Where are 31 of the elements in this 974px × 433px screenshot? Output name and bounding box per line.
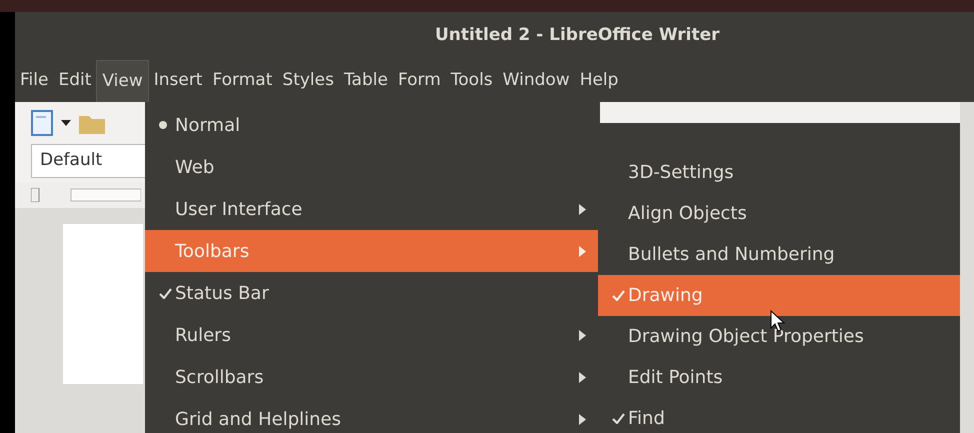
menu-item[interactable]: Find (598, 398, 960, 433)
menu-item[interactable]: File (15, 60, 54, 102)
menu-item[interactable]: Grid and Helplines (145, 398, 600, 433)
menu-item[interactable]: Edit (53, 60, 96, 102)
menu-item[interactable]: Styles (277, 60, 339, 102)
submenu-arrow-icon (579, 330, 586, 340)
menu-item[interactable]: Form (392, 60, 446, 102)
menu-item[interactable]: Table (338, 60, 393, 102)
submenu-arrow-icon (579, 414, 586, 424)
menu-item[interactable]: User Interface (145, 188, 600, 230)
window-title: Untitled 2 - LibreOffice Writer (435, 24, 720, 48)
submenu-arrow-icon (579, 204, 586, 214)
menu-item[interactable]: 3D-Settings (598, 152, 960, 193)
menu-item[interactable]: View (96, 60, 149, 102)
menu-item[interactable]: Help (574, 60, 624, 102)
menu-item[interactable]: Format (207, 60, 278, 102)
menu-item[interactable]: Rulers (145, 314, 600, 356)
menu-item[interactable]: Normal (145, 104, 600, 146)
menu-item[interactable]: Drawing Object Properties (598, 316, 960, 357)
caret-icon[interactable] (61, 120, 71, 126)
submenu-arrow-icon (579, 246, 586, 256)
menu-item[interactable]: Insert (148, 60, 208, 102)
submenu-arrow-icon (579, 372, 586, 382)
menu-item[interactable]: Align Objects (598, 193, 960, 234)
menu-item[interactable]: Bullets and Numbering (598, 234, 960, 275)
document-icon[interactable] (31, 110, 53, 136)
menu-item[interactable]: Scrollbars (145, 356, 600, 398)
menu-item[interactable]: Tools (446, 60, 498, 102)
menu-item[interactable]: Window (498, 60, 575, 102)
menu-item[interactable]: Edit Points (598, 357, 960, 398)
menu-item[interactable]: Status Bar (145, 272, 600, 314)
